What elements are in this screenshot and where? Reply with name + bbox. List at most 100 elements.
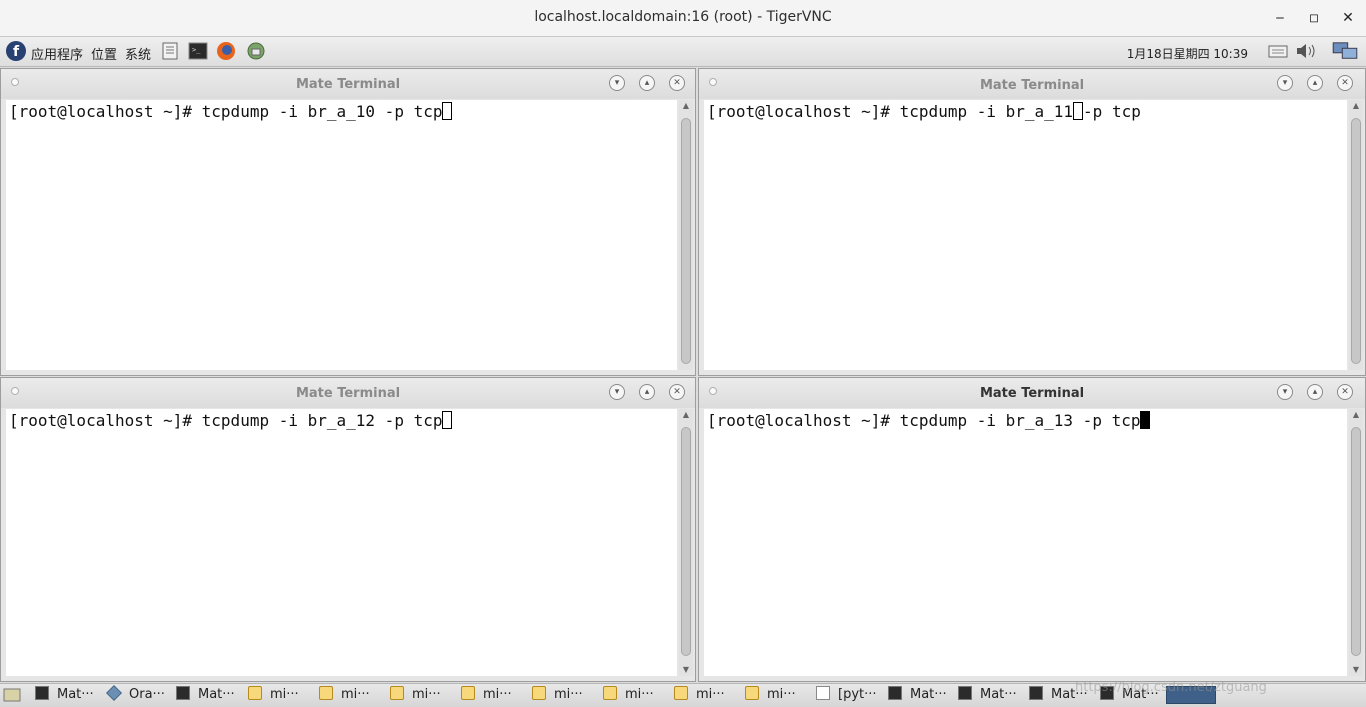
chevron-down-icon[interactable]: ▾ [609, 75, 625, 91]
firefox-icon[interactable] [216, 41, 236, 61]
command-rest: -p tcp [1083, 102, 1141, 121]
svg-text:f: f [13, 44, 20, 60]
chevron-up-icon[interactable]: ▴ [639, 75, 655, 91]
command: tcpdump -i br_a_12 -p tcp [201, 411, 443, 430]
terminal-title: Mate Terminal [979, 78, 1085, 93]
vnc-title-bar: localhost.localdomain:16 (root) - TigerV… [0, 0, 1366, 37]
taskbar-item-label: mi··· [767, 687, 796, 702]
fedora-logo-icon[interactable]: f [5, 40, 27, 62]
menu-system[interactable]: 系统 [125, 44, 151, 63]
terminal-titlebar[interactable]: Mate Terminal ▾ ▴ ✕ [1, 378, 695, 408]
scrollbar[interactable]: ▲ ▼ [679, 409, 693, 676]
chevron-up-icon[interactable]: ▴ [1307, 75, 1323, 91]
close-icon[interactable]: ✕ [1337, 75, 1353, 91]
terminal-content[interactable]: [root@localhost ~]# tcpdump -i br_a_11 -p… [704, 100, 1347, 370]
taskbar-item-label: mi··· [625, 687, 654, 702]
prompt: [root@localhost ~]# [9, 411, 202, 430]
taskbar-item[interactable]: mi··· [745, 686, 796, 704]
network-icon[interactable] [1330, 41, 1360, 61]
clock[interactable]: 1月18日星期四 10:39 [1127, 45, 1248, 62]
terminal-window-2[interactable]: Mate Terminal ▾ ▴ ✕ [root@localhost ~]# … [698, 68, 1366, 376]
mi-icon [248, 686, 262, 700]
network-tool-icon[interactable] [246, 41, 266, 61]
taskbar-item[interactable]: mi··· [390, 686, 441, 704]
text-cursor [442, 102, 453, 120]
taskbar-item-label: [pyt··· [838, 687, 877, 702]
show-desktop-icon[interactable] [3, 687, 21, 703]
terminal-window-1[interactable]: Mate Terminal ▾ ▴ ✕ [root@localhost ~]# … [0, 68, 696, 376]
close-icon[interactable]: ✕ [669, 384, 685, 400]
terminal-line: [root@localhost ~]# tcpdump -i br_a_12 -… [9, 411, 453, 430]
keyboard-icon[interactable] [1268, 41, 1288, 61]
scroll-thumb[interactable] [1351, 118, 1361, 364]
scrollbar[interactable]: ▲ [1349, 100, 1363, 370]
chevron-down-icon[interactable]: ▾ [1277, 75, 1293, 91]
terminal-title: Mate Terminal [295, 386, 401, 401]
text-editor-icon[interactable] [160, 41, 180, 61]
terminal-titlebar[interactable]: Mate Terminal ▾ ▴ ✕ [1, 69, 695, 99]
close-button[interactable]: ✕ [1338, 8, 1358, 28]
chevron-down-icon[interactable]: ▾ [1277, 384, 1293, 400]
chevron-up-icon[interactable]: ▴ [639, 384, 655, 400]
taskbar-item[interactable]: mi··· [532, 686, 583, 704]
terminal-title: Mate Terminal [295, 77, 401, 92]
terminal-content[interactable]: [root@localhost ~]# tcpdump -i br_a_10 -… [6, 100, 677, 370]
taskbar-item[interactable]: mi··· [248, 686, 299, 704]
mi-icon [532, 686, 546, 700]
scroll-up-icon[interactable]: ▲ [679, 100, 693, 112]
scroll-up-icon[interactable]: ▲ [1349, 409, 1363, 421]
terminal-icon [1029, 686, 1043, 700]
taskbar-item-label: Ora··· [129, 687, 165, 702]
scroll-down-icon[interactable]: ▼ [1349, 664, 1363, 676]
scrollbar[interactable]: ▲ ▼ [1349, 409, 1363, 676]
taskbar-item-label: Mat··· [910, 687, 947, 702]
terminal-window-4[interactable]: Mate Terminal ▾ ▴ ✕ [root@localhost ~]# … [698, 377, 1366, 682]
close-icon[interactable]: ✕ [669, 75, 685, 91]
terminal-content[interactable]: [root@localhost ~]# tcpdump -i br_a_13 -… [704, 409, 1347, 676]
terminal-icon [958, 686, 972, 700]
taskbar-item[interactable]: Mat··· [888, 686, 947, 704]
volume-icon[interactable] [1294, 41, 1320, 61]
taskbar-item[interactable]: Mat··· [958, 686, 1017, 704]
menu-applications[interactable]: 应用程序 [31, 44, 83, 63]
minimize-button[interactable]: ‒ [1270, 8, 1290, 28]
taskbar-item[interactable]: [pyt··· [816, 686, 877, 704]
menu-places[interactable]: 位置 [91, 44, 117, 63]
top-panel: f 应用程序 位置 系统 >_ 1月18日星期四 10:39 [0, 37, 1366, 67]
taskbar-item[interactable]: mi··· [603, 686, 654, 704]
taskbar-item[interactable]: Mat··· [176, 686, 235, 704]
watermark: https://blog.csdn.net/ztguang [1075, 680, 1267, 695]
taskbar-item-label: mi··· [341, 687, 370, 702]
terminal-line: [root@localhost ~]# tcpdump -i br_a_13 -… [707, 411, 1151, 430]
terminal-titlebar[interactable]: Mate Terminal ▾ ▴ ✕ [699, 69, 1365, 99]
close-icon[interactable]: ✕ [1337, 384, 1353, 400]
scroll-thumb[interactable] [681, 118, 691, 364]
maximize-button[interactable]: ◽ [1304, 8, 1324, 28]
scroll-down-icon[interactable]: ▼ [679, 664, 693, 676]
scroll-up-icon[interactable]: ▲ [679, 409, 693, 421]
scroll-up-icon[interactable]: ▲ [1349, 100, 1363, 112]
scrollbar[interactable]: ▲ [679, 100, 693, 370]
terminal-content[interactable]: [root@localhost ~]# tcpdump -i br_a_12 -… [6, 409, 677, 676]
command: tcpdump -i br_a_11 [899, 102, 1074, 121]
terminal-window-3[interactable]: Mate Terminal ▾ ▴ ✕ [root@localhost ~]# … [0, 377, 696, 682]
svg-text:>_: >_ [192, 46, 201, 54]
chevron-up-icon[interactable]: ▴ [1307, 384, 1323, 400]
text-cursor [1073, 102, 1084, 120]
terminal-titlebar[interactable]: Mate Terminal ▾ ▴ ✕ [699, 378, 1365, 408]
scroll-thumb[interactable] [681, 427, 691, 656]
taskbar-item[interactable]: Mat··· [35, 686, 94, 704]
taskbar-item[interactable]: mi··· [461, 686, 512, 704]
taskbar-item[interactable]: mi··· [319, 686, 370, 704]
window-icon [816, 686, 830, 700]
taskbar-item-label: mi··· [412, 687, 441, 702]
terminal-line: [root@localhost ~]# tcpdump -i br_a_10 -… [9, 102, 453, 121]
command: tcpdump -i br_a_13 -p tcp [899, 411, 1141, 430]
terminal-icon [888, 686, 902, 700]
taskbar-item[interactable]: mi··· [674, 686, 725, 704]
taskbar-item[interactable]: Ora··· [106, 685, 165, 704]
scroll-thumb[interactable] [1351, 427, 1361, 656]
terminal-icon[interactable]: >_ [188, 41, 208, 61]
chevron-down-icon[interactable]: ▾ [609, 384, 625, 400]
taskbar-item-label: mi··· [483, 687, 512, 702]
